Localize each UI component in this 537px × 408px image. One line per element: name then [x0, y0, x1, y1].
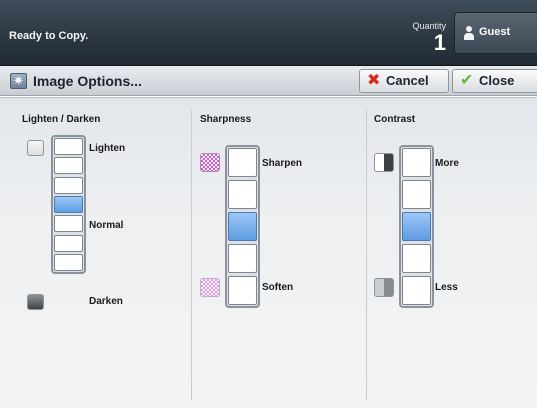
lighten-darken-step-5[interactable]	[54, 215, 83, 233]
darken-icon	[27, 294, 44, 310]
x-icon: ✖	[367, 72, 381, 89]
sharpen-icon	[200, 153, 220, 172]
column-divider	[366, 110, 367, 400]
lighten-icon	[27, 140, 44, 156]
soften-label: Soften	[262, 282, 294, 293]
cancel-label: Cancel	[386, 73, 429, 88]
contrast-step-1[interactable]	[402, 148, 431, 177]
column-divider	[191, 110, 192, 400]
normal-label: Normal	[89, 220, 124, 231]
close-button[interactable]: ✔ Close	[452, 69, 537, 93]
machine-status-text: Ready to Copy.	[9, 30, 89, 42]
contrast-step-5[interactable]	[402, 276, 431, 305]
image-options-panel: Lighten / Darken Lighten Normal Darken S…	[0, 97, 537, 408]
user-label: Guest	[479, 26, 511, 38]
lighten-darken-step-1[interactable]	[54, 138, 83, 155]
lighten-darken-step-2[interactable]	[54, 157, 83, 175]
sharpness-step-1[interactable]	[228, 148, 257, 177]
less-label: Less	[435, 282, 458, 293]
quantity-value: 1	[433, 30, 446, 55]
sharpness-heading: Sharpness	[200, 114, 252, 125]
contrast-step-3[interactable]	[402, 212, 431, 241]
user-button[interactable]: Guest	[454, 12, 537, 54]
lighten-darken-heading: Lighten / Darken	[22, 114, 101, 125]
title-bar: Image Options... ✖ Cancel ✔ Close	[0, 66, 537, 96]
cancel-button[interactable]: ✖ Cancel	[359, 69, 449, 93]
close-label: Close	[479, 73, 515, 88]
contrast-step-2[interactable]	[402, 180, 431, 209]
sharpen-label: Sharpen	[262, 158, 303, 169]
checkmark-icon: ✔	[460, 72, 474, 89]
lighten-darken-step-4[interactable]	[54, 195, 83, 213]
image-options-icon	[10, 73, 27, 89]
more-label: More	[435, 158, 459, 169]
lighten-darken-step-3[interactable]	[54, 176, 83, 194]
darken-label: Darken	[89, 296, 123, 307]
sharpness-step-5[interactable]	[228, 276, 257, 305]
contrast-more-icon	[374, 153, 394, 172]
lighten-darken-step-7[interactable]	[54, 253, 83, 271]
status-bar: Ready to Copy. Quantity 1 Guest	[0, 0, 537, 66]
user-icon	[464, 26, 474, 40]
lighten-label: Lighten	[89, 143, 126, 154]
soften-icon	[200, 278, 220, 297]
quantity-display[interactable]: Quantity 1	[392, 0, 452, 66]
contrast-less-icon	[374, 278, 394, 297]
sharpness-step-3[interactable]	[228, 212, 257, 241]
contrast-heading: Contrast	[374, 114, 416, 125]
lighten-darken-step-6[interactable]	[54, 234, 83, 252]
sharpness-step-2[interactable]	[228, 180, 257, 209]
sharpness-step-4[interactable]	[228, 244, 257, 273]
contrast-step-4[interactable]	[402, 244, 431, 273]
page-title: Image Options...	[33, 73, 142, 89]
